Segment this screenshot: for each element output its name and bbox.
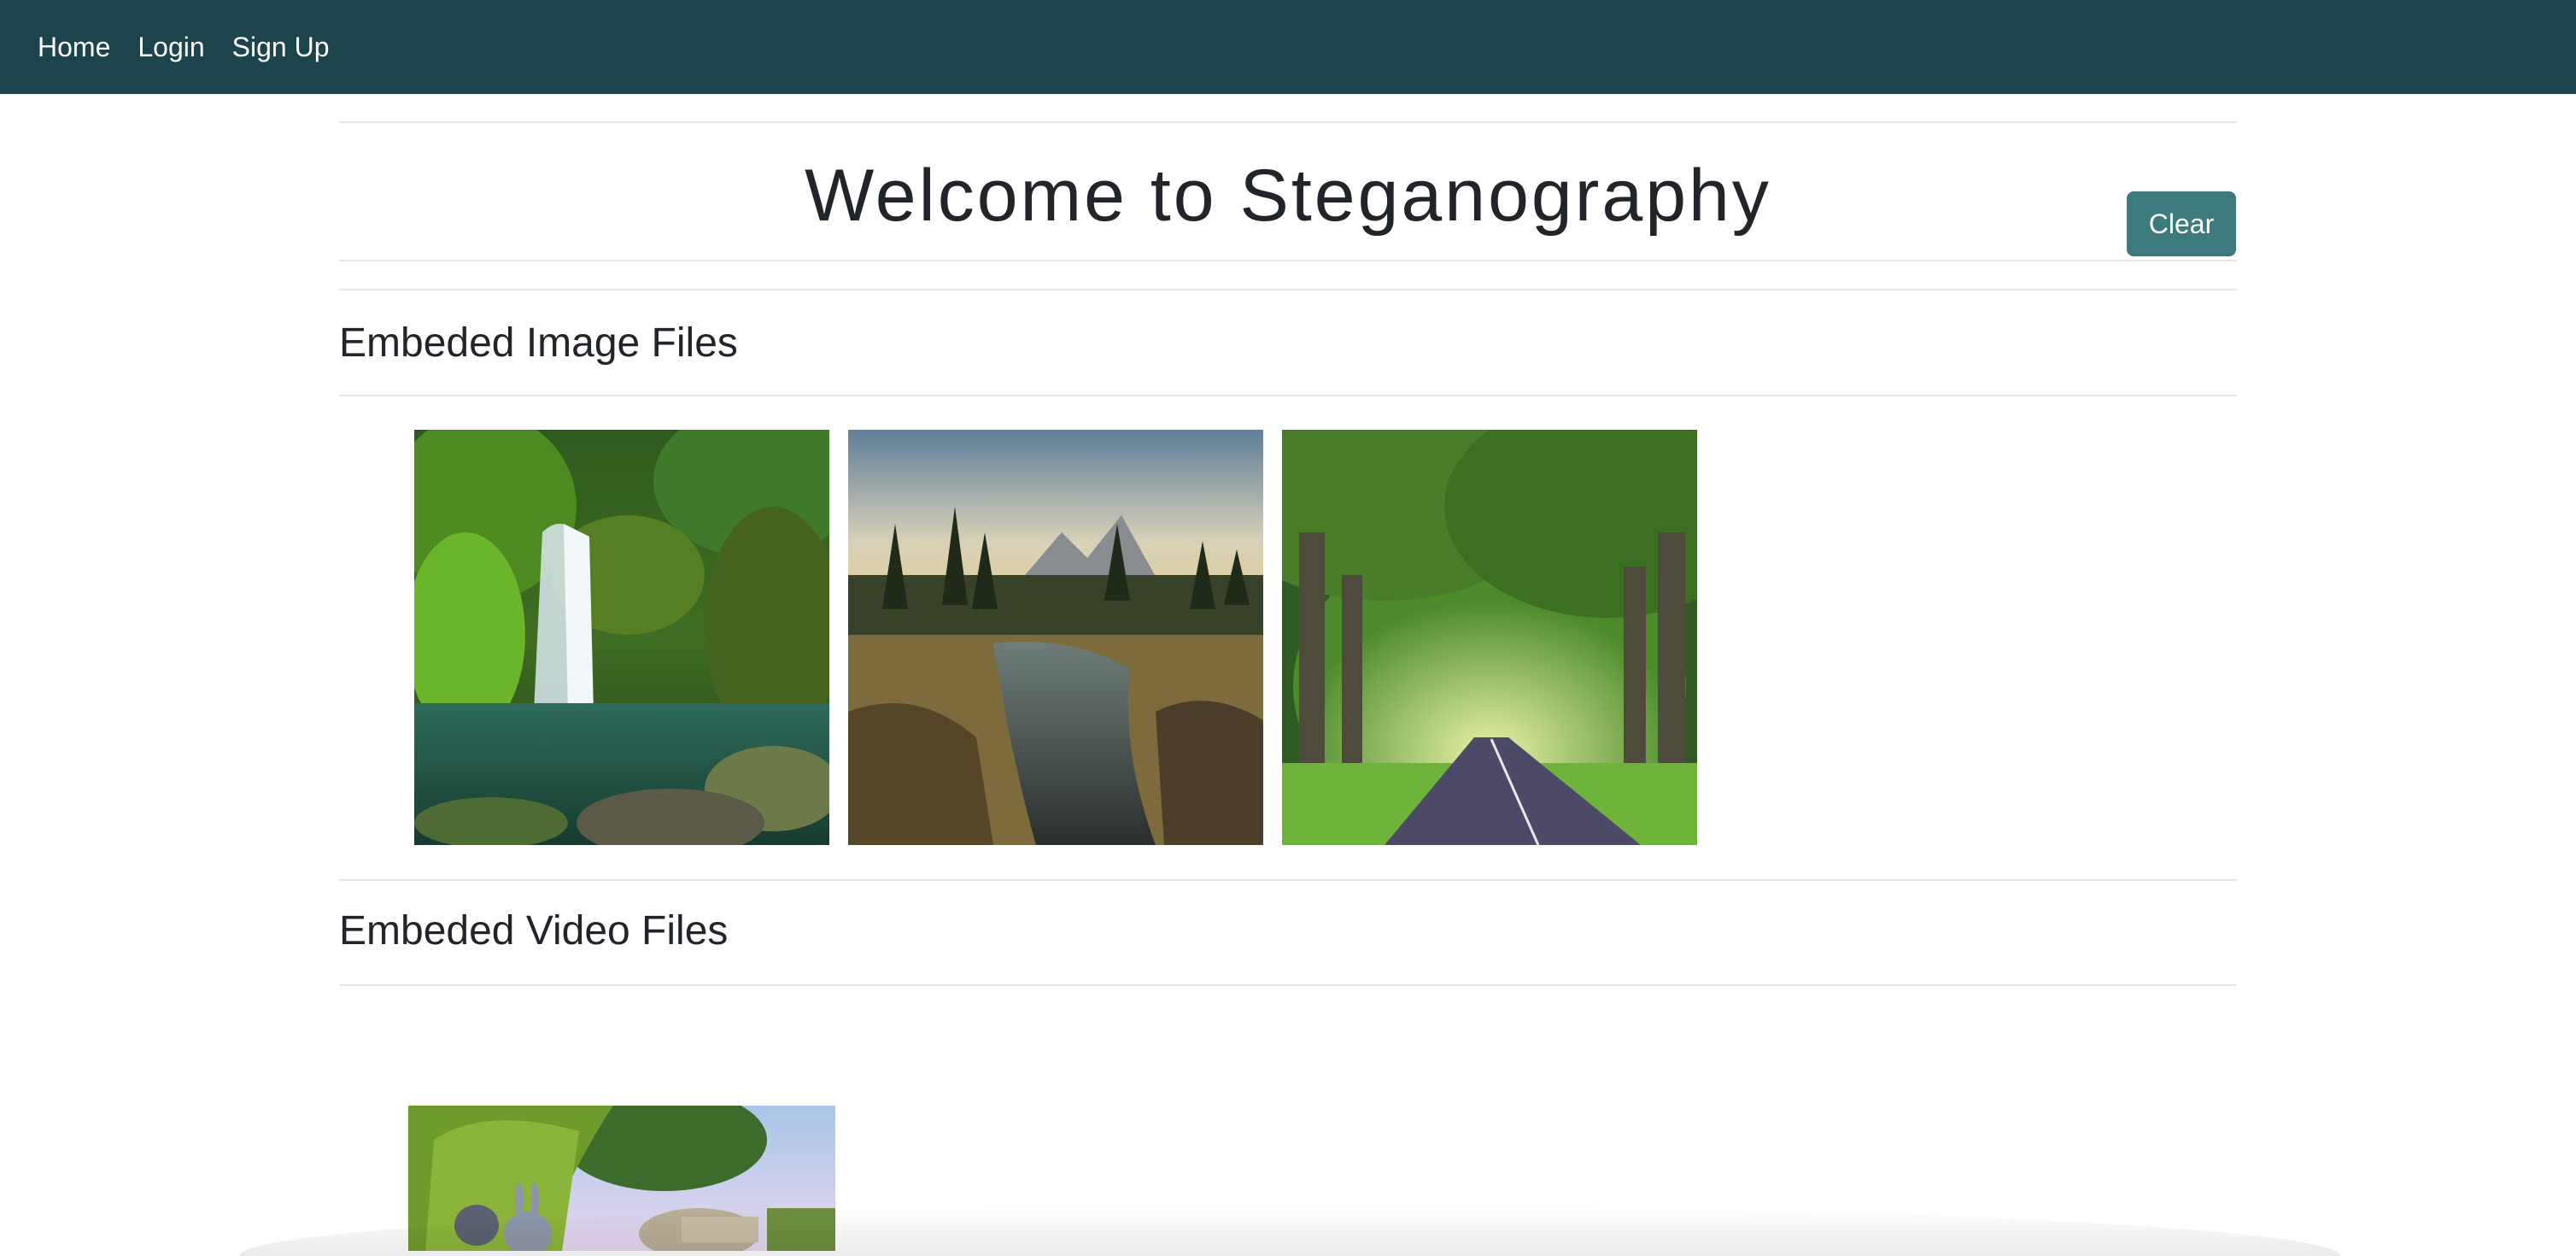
lake-forest-image[interactable] xyxy=(848,430,1263,845)
page-title: Welcome to Steganography xyxy=(805,155,1771,237)
lake-forest-image-art xyxy=(848,430,1263,845)
divider xyxy=(339,289,2237,291)
clear-button[interactable]: Clear xyxy=(2127,191,2236,256)
rabbit-video-thumbnail[interactable] xyxy=(408,1106,835,1251)
divider xyxy=(339,260,2237,261)
divider xyxy=(339,879,2237,881)
divider xyxy=(339,395,2237,396)
tree-road-image[interactable] xyxy=(1282,430,1697,845)
image-section-heading: Embeded Image Files xyxy=(339,320,738,366)
divider xyxy=(339,121,2237,123)
navbar: Home Login Sign Up xyxy=(0,0,2576,94)
nav-home-link[interactable]: Home xyxy=(38,33,110,61)
waterfall-image[interactable] xyxy=(414,430,829,845)
rabbit-video-art xyxy=(408,1106,835,1251)
divider xyxy=(339,984,2237,986)
waterfall-image-art xyxy=(414,430,829,845)
tree-road-image-art xyxy=(1282,430,1697,845)
nav-login-link[interactable]: Login xyxy=(138,33,204,61)
video-section-heading: Embeded Video Files xyxy=(339,908,729,954)
nav-signup-link[interactable]: Sign Up xyxy=(232,33,330,61)
